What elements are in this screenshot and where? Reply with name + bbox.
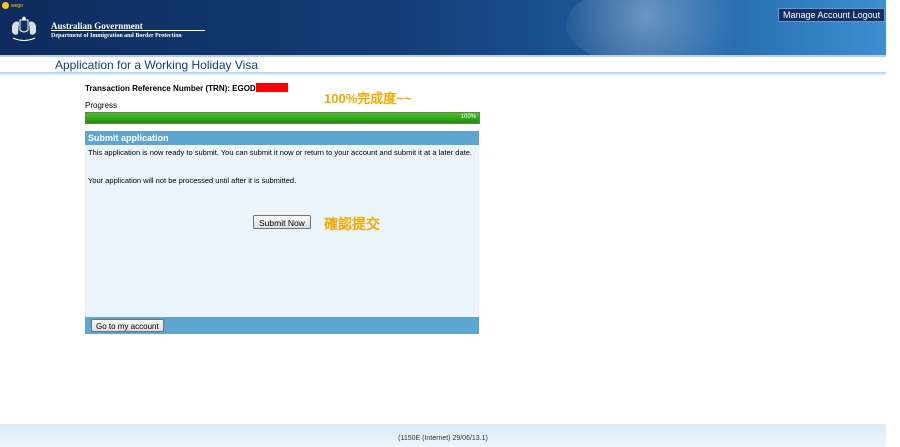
go-to-account-button[interactable]: Go to my account	[91, 319, 164, 332]
wego-dot-icon	[2, 2, 9, 9]
submit-now-button[interactable]: Submit Now	[253, 215, 311, 229]
submit-panel: Submit application This application is n…	[85, 131, 479, 334]
redaction-mark	[255, 83, 288, 92]
panel-footer: Go to my account	[85, 317, 479, 334]
processing-message: Your application will not be processed u…	[88, 176, 297, 185]
government-header: wego Australian Government Department of…	[0, 0, 886, 55]
banner-divider	[0, 55, 886, 57]
progress-label: Progress	[85, 101, 118, 110]
wego-brand: wego	[11, 2, 23, 9]
progress-annotation: 100%完成度~~	[324, 91, 412, 106]
panel-heading: Submit application	[85, 131, 479, 145]
progress-bar: 100%	[85, 112, 480, 124]
progress-fill	[86, 113, 479, 123]
page-title: Application for a Working Holiday Visa	[55, 58, 258, 72]
trn-label: Transaction Reference Number (TRN): EGOD	[85, 84, 256, 93]
wego-logo: wego	[2, 2, 23, 9]
title-rule	[0, 72, 886, 75]
logout-link[interactable]: Logout	[853, 10, 881, 20]
account-menu: Manage Account Logout	[778, 8, 886, 22]
submit-annotation: 確認提交	[324, 216, 380, 232]
coat-of-arms-icon	[12, 16, 36, 41]
globe-graphic	[566, 0, 766, 55]
version-text: (1150E (Internet) 29/06/13.1)	[398, 435, 488, 442]
progress-percent: 100%	[460, 114, 476, 120]
trn-row: Transaction Reference Number (TRN): EGOD	[85, 83, 288, 93]
manage-account-link[interactable]: Manage Account	[783, 10, 850, 20]
ready-message: This application is now ready to submit.…	[88, 148, 472, 157]
panel-heading-text: Submit application	[88, 133, 169, 143]
department-name: Department of Immigration and Border Pro…	[51, 33, 182, 39]
header-divider	[51, 30, 205, 31]
